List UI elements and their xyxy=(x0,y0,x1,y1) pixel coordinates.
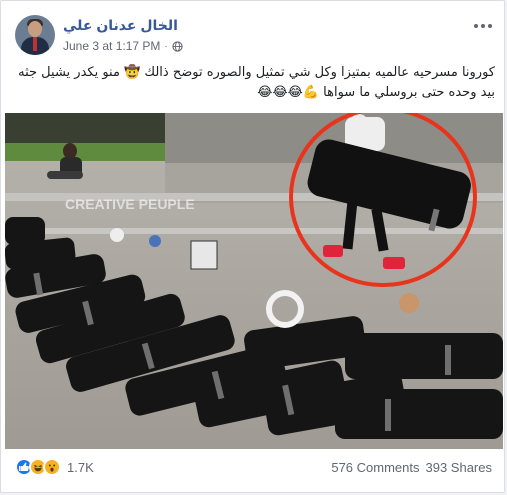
reaction-count[interactable]: 1.7K xyxy=(67,460,94,475)
reactions-summary[interactable]: 1.7K xyxy=(15,458,94,476)
post-image[interactable]: CREATIVE PEUPLE xyxy=(5,113,503,449)
post-timestamp[interactable]: June 3 at 1:17 PM xyxy=(63,39,160,53)
more-options-button[interactable] xyxy=(471,19,495,33)
post-meta: June 3 at 1:17 PM · xyxy=(63,39,183,53)
globe-icon xyxy=(172,40,183,52)
author-name[interactable]: الخال عدنان علي xyxy=(63,17,178,34)
shares-count-link[interactable]: 393 Shares xyxy=(426,460,493,475)
post-text: كورونا مسرحيه عالميه بمتيزا وكل شي تمثيل… xyxy=(18,65,495,100)
post-header: الخال عدنان علي June 3 at 1:17 PM · xyxy=(15,13,495,59)
post-footer: 1.7K 576 Comments 393 Shares xyxy=(1,453,506,481)
engagement-stats: 576 Comments 393 Shares xyxy=(331,460,492,475)
author-avatar[interactable] xyxy=(15,15,55,55)
post-card: الخال عدنان علي June 3 at 1:17 PM · كورو… xyxy=(0,0,505,493)
comments-count-link[interactable]: 576 Comments xyxy=(331,460,419,475)
watermark-text: CREATIVE PEUPLE xyxy=(65,196,195,212)
post-photo: CREATIVE PEUPLE xyxy=(5,113,503,449)
wow-reaction-icon xyxy=(43,458,61,476)
